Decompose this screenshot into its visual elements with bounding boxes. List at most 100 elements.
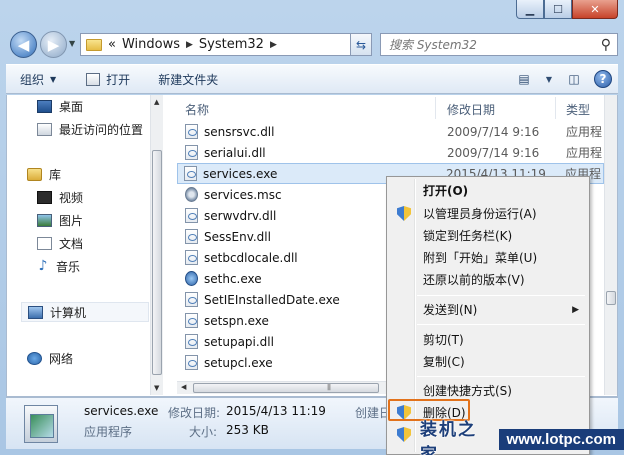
menu-run-as-admin[interactable]: 以管理员身份运行(A) [389, 203, 587, 224]
minimize-button[interactable]: ▁ [516, 0, 544, 19]
details-kind: 应用程序 [84, 425, 133, 439]
search-input[interactable] [389, 37, 599, 52]
video-icon [37, 190, 52, 204]
column-divider[interactable] [435, 97, 436, 119]
window-icon [86, 72, 101, 86]
file-date: 2009/7/14 9:16 [447, 124, 540, 139]
navigation-bar: ◀ ▶ ▼ « Windows ▶ System32 ▶ ▼ ⇆ ⚲ [6, 27, 618, 61]
file-name: setupcl.exe [204, 355, 273, 370]
file-type: 应用程 [566, 125, 602, 139]
nav-videos[interactable]: 视频 [37, 187, 83, 207]
explorer-window: ▁ ☐ ✕ ◀ ▶ ▼ « Windows ▶ System32 ▶ ▼ ⇆ ⚲… [0, 0, 624, 455]
exe-file-icon [185, 292, 198, 307]
search-box[interactable]: ⚲ [380, 33, 618, 56]
nav-computer-label: 计算机 [50, 305, 87, 320]
menu-create-shortcut[interactable]: 创建快捷方式(S) [389, 380, 587, 401]
address-bar[interactable]: « Windows ▶ System32 ▶ ▼ [80, 33, 372, 56]
scrollbar-thumb[interactable] [152, 150, 162, 375]
nav-pictures[interactable]: 图片 [37, 210, 83, 230]
column-divider[interactable] [555, 97, 556, 119]
details-modified-label: 修改日期: [168, 406, 221, 420]
menu-send-to[interactable]: 发送到(N) ▶ [389, 299, 587, 320]
menu-pin-taskbar-label: 锁定到任务栏(K) [423, 229, 513, 243]
menu-separator [417, 376, 585, 377]
maximize-button[interactable]: ☐ [544, 0, 572, 19]
menu-cut[interactable]: 剪切(T) [389, 329, 587, 350]
dll-file-icon [185, 250, 198, 265]
menu-pin-taskbar[interactable]: 锁定到任务栏(K) [389, 225, 587, 246]
dll-file-icon [185, 229, 198, 244]
nav-documents[interactable]: 文档 [37, 233, 83, 253]
file-name: services.exe [203, 166, 278, 181]
details-size-label: 大小: [189, 425, 218, 439]
organize-label: 组织 [20, 72, 45, 87]
music-note-icon: ♪ [38, 257, 48, 274]
file-date: 2009/7/14 9:16 [447, 145, 540, 160]
file-list-scrollbar[interactable] [604, 95, 617, 395]
recent-pages-dropdown[interactable]: ▼ [69, 39, 75, 48]
details-size-value: 253 KB [226, 423, 269, 437]
menu-restore-versions[interactable]: 还原以前的版本(V) [389, 269, 587, 290]
nav-scrollbar[interactable]: ▲ ▼ [150, 95, 163, 395]
scroll-down-icon[interactable]: ▼ [154, 384, 159, 392]
file-name: setupapi.dll [204, 334, 274, 349]
breadcrumb-overflow[interactable]: « [108, 37, 116, 52]
details-file-name: services.exe [84, 404, 159, 418]
close-button[interactable]: ✕ [572, 0, 618, 19]
refresh-button[interactable]: ⇆ [350, 33, 372, 56]
column-date[interactable]: 修改日期 [447, 101, 495, 118]
column-type[interactable]: 类型 [566, 101, 590, 118]
view-dropdown-icon[interactable]: ▼ [544, 71, 554, 87]
nav-recent[interactable]: 最近访问的位置 [37, 119, 143, 139]
nav-music[interactable]: ♪ 音乐 [37, 256, 80, 276]
chevron-right-icon[interactable]: ▶ [270, 40, 277, 50]
search-icon[interactable]: ⚲ [601, 37, 611, 53]
nav-documents-label: 文档 [59, 236, 84, 251]
open-button[interactable]: 打开 [86, 71, 130, 88]
uac-shield-icon [397, 206, 411, 221]
back-button[interactable]: ◀ [10, 31, 37, 58]
preview-pane-icon[interactable]: ◫ [564, 71, 584, 87]
network-icon [27, 351, 42, 365]
exe-file-icon [185, 313, 198, 328]
desktop-icon [37, 99, 52, 113]
scroll-left-icon[interactable]: ◀ [181, 383, 186, 391]
help-icon[interactable]: ? [594, 70, 612, 88]
view-options-icon[interactable]: ▤ [514, 71, 534, 87]
menu-run-as-admin-label: 以管理员身份运行(A) [423, 207, 537, 221]
scrollbar-thumb[interactable] [606, 291, 616, 305]
nav-recent-label: 最近访问的位置 [59, 122, 144, 137]
menu-open[interactable]: 打开(O) [389, 180, 587, 201]
horizontal-scrollbar[interactable]: ◀ ||| [177, 381, 391, 394]
view-controls: ▤ ▼ ◫ ? [514, 70, 612, 88]
file-row[interactable]: serialui.dll 2009/7/14 9:16 应用程 [179, 142, 604, 163]
nav-libraries[interactable]: 库 [27, 164, 61, 184]
nav-network-label: 网络 [49, 351, 74, 366]
organize-menu[interactable]: 组织 ▼ [20, 71, 56, 88]
scroll-up-icon[interactable]: ▲ [154, 98, 159, 106]
caption-buttons: ▁ ☐ ✕ [516, 0, 618, 20]
breadcrumb-system32[interactable]: System32 [199, 37, 264, 52]
breadcrumb: « Windows ▶ System32 ▶ [108, 37, 283, 52]
library-icon [27, 167, 42, 181]
forward-button[interactable]: ▶ [40, 31, 67, 58]
scrollbar-thumb[interactable] [193, 383, 379, 393]
nav-network[interactable]: 网络 [27, 348, 73, 368]
file-name: services.msc [204, 187, 282, 202]
column-name[interactable]: 名称 [185, 101, 209, 118]
file-row[interactable]: sensrsvc.dll 2009/7/14 9:16 应用程 [179, 121, 604, 142]
nav-desktop[interactable]: 桌面 [37, 96, 83, 116]
breadcrumb-windows[interactable]: Windows [122, 37, 180, 52]
menu-copy[interactable]: 复制(C) [389, 351, 587, 372]
new-folder-button[interactable]: 新建文件夹 [158, 71, 218, 88]
chevron-right-icon[interactable]: ▶ [186, 40, 193, 50]
nav-computer[interactable]: 计算机 [21, 302, 149, 322]
uac-shield-icon [397, 427, 411, 442]
accessibility-icon [185, 271, 198, 286]
file-name: serwvdrv.dll [204, 208, 277, 223]
computer-icon [28, 305, 43, 319]
menu-separator [417, 324, 585, 325]
menu-pin-start[interactable]: 附到「开始」菜单(U) [389, 247, 587, 268]
file-name: serialui.dll [204, 145, 266, 160]
new-folder-label: 新建文件夹 [158, 72, 219, 87]
